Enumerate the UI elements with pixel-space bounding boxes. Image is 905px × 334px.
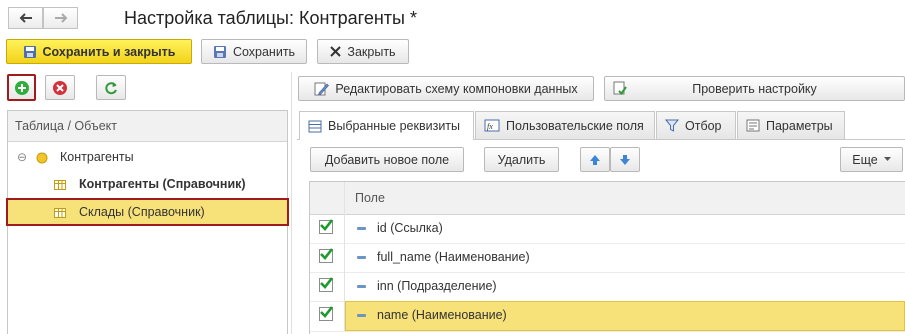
- settings-tabs: Выбранные реквизиты fx Пользовательские …: [297, 111, 905, 140]
- row-checkbox[interactable]: [319, 248, 333, 263]
- field-icon: [357, 227, 366, 230]
- delete-button[interactable]: [45, 75, 75, 100]
- table-row[interactable]: id (Ссылка): [310, 214, 905, 244]
- checkmark-icon: [320, 219, 333, 231]
- forward-button[interactable]: [43, 7, 78, 29]
- tab-label: Параметры: [766, 118, 833, 133]
- field-list-icon: [308, 120, 322, 132]
- edit-schema-icon: [314, 82, 330, 96]
- field-icon: [357, 256, 366, 259]
- move-up-button[interactable]: [580, 147, 610, 172]
- more-label: Еще: [852, 152, 878, 167]
- floppy-disk-icon: [213, 45, 226, 58]
- tree-header: Таблица / Объект: [8, 111, 287, 142]
- parameters-icon: [746, 119, 760, 132]
- formula-icon: fx: [484, 119, 500, 132]
- table-row-selected[interactable]: name (Наименование): [310, 301, 905, 332]
- check-settings-label: Проверить настройку: [692, 81, 817, 96]
- save-and-close-button[interactable]: Сохранить и закрыть: [6, 39, 192, 64]
- plus-circle-icon: [14, 80, 29, 95]
- edit-schema-label: Редактировать схему компоновки данных: [335, 81, 578, 96]
- delete-icon: [53, 80, 67, 95]
- page-title: Настройка таблицы: Контрагенты *: [124, 8, 417, 28]
- tab-label: Пользовательские поля: [506, 118, 644, 133]
- tab-selected-fields[interactable]: Выбранные реквизиты: [299, 111, 474, 140]
- close-icon: [330, 46, 342, 57]
- delete-field-button[interactable]: Удалить: [484, 147, 559, 172]
- tab-label: Отбор: [685, 118, 722, 133]
- add-new-field-button[interactable]: Добавить новое поле: [310, 147, 464, 172]
- table-row[interactable]: full_name (Наименование): [310, 243, 905, 273]
- tree-item-label: Контрагенты (Справочник): [79, 177, 246, 191]
- field-icon: [357, 285, 366, 288]
- tree-item-label: Склады (Справочник): [79, 205, 205, 219]
- tab-label: Выбранные реквизиты: [328, 119, 461, 133]
- tab-parameters[interactable]: Параметры: [737, 111, 845, 139]
- row-checkbox[interactable]: [319, 277, 333, 292]
- tree-item-label: Контрагенты: [60, 150, 134, 164]
- floppy-disk-icon: [23, 45, 36, 58]
- yellow-circle-icon: [36, 152, 48, 164]
- checkmark-icon: [320, 306, 333, 318]
- filter-icon: [665, 119, 679, 132]
- tab-custom-fields[interactable]: fx Пользовательские поля: [475, 111, 655, 139]
- field-name: full_name (Наименование): [377, 250, 530, 264]
- save-and-close-label: Сохранить и закрыть: [42, 44, 176, 59]
- save-button[interactable]: Сохранить: [201, 39, 307, 64]
- add-new-field-label: Добавить новое поле: [324, 152, 450, 167]
- table-icon: [54, 208, 66, 218]
- tab-filter[interactable]: Отбор: [656, 111, 736, 139]
- row-checkbox[interactable]: [319, 306, 333, 321]
- field-name: id (Ссылка): [377, 221, 443, 235]
- tree-item-kontragenty[interactable]: ⊖ Контрагенты: [8, 144, 287, 171]
- arrow-left-icon: [19, 13, 32, 23]
- table-row[interactable]: inn (Подразделение): [310, 272, 905, 302]
- tree-item-sklady-catalog[interactable]: Склады (Справочник): [6, 198, 289, 226]
- collapse-icon[interactable]: ⊖: [17, 150, 27, 164]
- field-icon: [357, 314, 366, 317]
- table-header: Поле: [310, 182, 905, 215]
- column-header-field: Поле: [355, 191, 385, 205]
- arrow-right-icon: [54, 13, 67, 23]
- chevron-down-icon: [883, 157, 891, 161]
- panel-divider[interactable]: [291, 72, 292, 334]
- check-settings-button[interactable]: Проверить настройку: [604, 76, 905, 101]
- refresh-button[interactable]: [96, 75, 126, 100]
- more-button[interactable]: Еще: [840, 147, 903, 172]
- delete-field-label: Удалить: [497, 152, 546, 167]
- svg-text:fx: fx: [487, 122, 493, 131]
- check-document-icon: [613, 81, 627, 96]
- refresh-icon: [105, 81, 117, 94]
- checkmark-icon: [320, 248, 333, 260]
- add-button[interactable]: [7, 74, 36, 101]
- back-button[interactable]: [8, 7, 43, 29]
- close-label: Закрыть: [347, 44, 396, 59]
- close-button[interactable]: Закрыть: [317, 39, 409, 64]
- tree-item-kontragenty-catalog[interactable]: Контрагенты (Справочник): [8, 171, 287, 198]
- arrow-down-icon: [620, 154, 630, 165]
- save-label: Сохранить: [232, 44, 296, 59]
- arrow-up-icon: [590, 154, 600, 165]
- move-down-button[interactable]: [610, 147, 640, 172]
- row-checkbox[interactable]: [319, 219, 333, 234]
- edit-schema-button[interactable]: Редактировать схему компоновки данных: [298, 76, 594, 101]
- field-name: inn (Подразделение): [377, 279, 497, 293]
- table-object-tree: Таблица / Объект ⊖ Контрагенты Контраген…: [6, 110, 289, 334]
- table-icon: [54, 180, 66, 190]
- field-name: name (Наименование): [377, 308, 507, 322]
- checkmark-icon: [320, 277, 333, 289]
- fields-table: Поле id (Ссылка) full_name (Наименование…: [309, 181, 905, 334]
